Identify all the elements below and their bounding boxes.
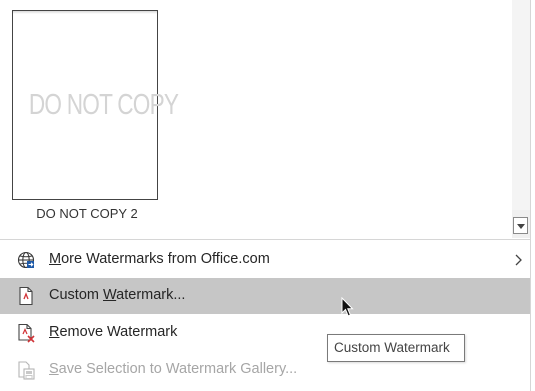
- scroll-down-button[interactable]: [513, 217, 528, 234]
- menu-label-remove-watermark: Remove Watermark: [49, 324, 178, 340]
- menu-label-save-selection: Save Selection to Watermark Gallery...: [49, 361, 298, 377]
- menu-label-custom-watermark: Custom Watermark...: [49, 287, 186, 303]
- watermark-thumbnail-caption: DO NOT COPY 2: [36, 206, 138, 221]
- menu-divider: [0, 239, 531, 240]
- submenu-chevron-right-icon: [513, 253, 525, 267]
- globe-icon: [16, 250, 36, 270]
- menu-item-more-watermarks[interactable]: More Watermarks from Office.com: [0, 242, 530, 278]
- panel-border: [530, 0, 531, 391]
- watermark-thumbnail[interactable]: DO NOT COPY: [12, 10, 179, 200]
- menu-label-more-watermarks: More Watermarks from Office.com: [49, 251, 270, 267]
- tooltip: Custom Watermark: [327, 334, 465, 362]
- mouse-pointer-icon: [341, 296, 355, 319]
- scrollbar-track[interactable]: [512, 0, 530, 210]
- thumbnail-shadow: [13, 11, 157, 14]
- menu-item-custom-watermark[interactable]: Custom Watermark...: [0, 278, 530, 314]
- watermark-gallery: DO NOT COPY DO NOT COPY 2: [0, 0, 535, 240]
- gallery-scrollbar[interactable]: [512, 0, 530, 238]
- watermark-preview-text: DO NOT COPY: [28, 89, 179, 121]
- remove-watermark-icon: [16, 323, 36, 343]
- save-selection-icon: [16, 360, 36, 380]
- custom-watermark-icon: [16, 286, 36, 306]
